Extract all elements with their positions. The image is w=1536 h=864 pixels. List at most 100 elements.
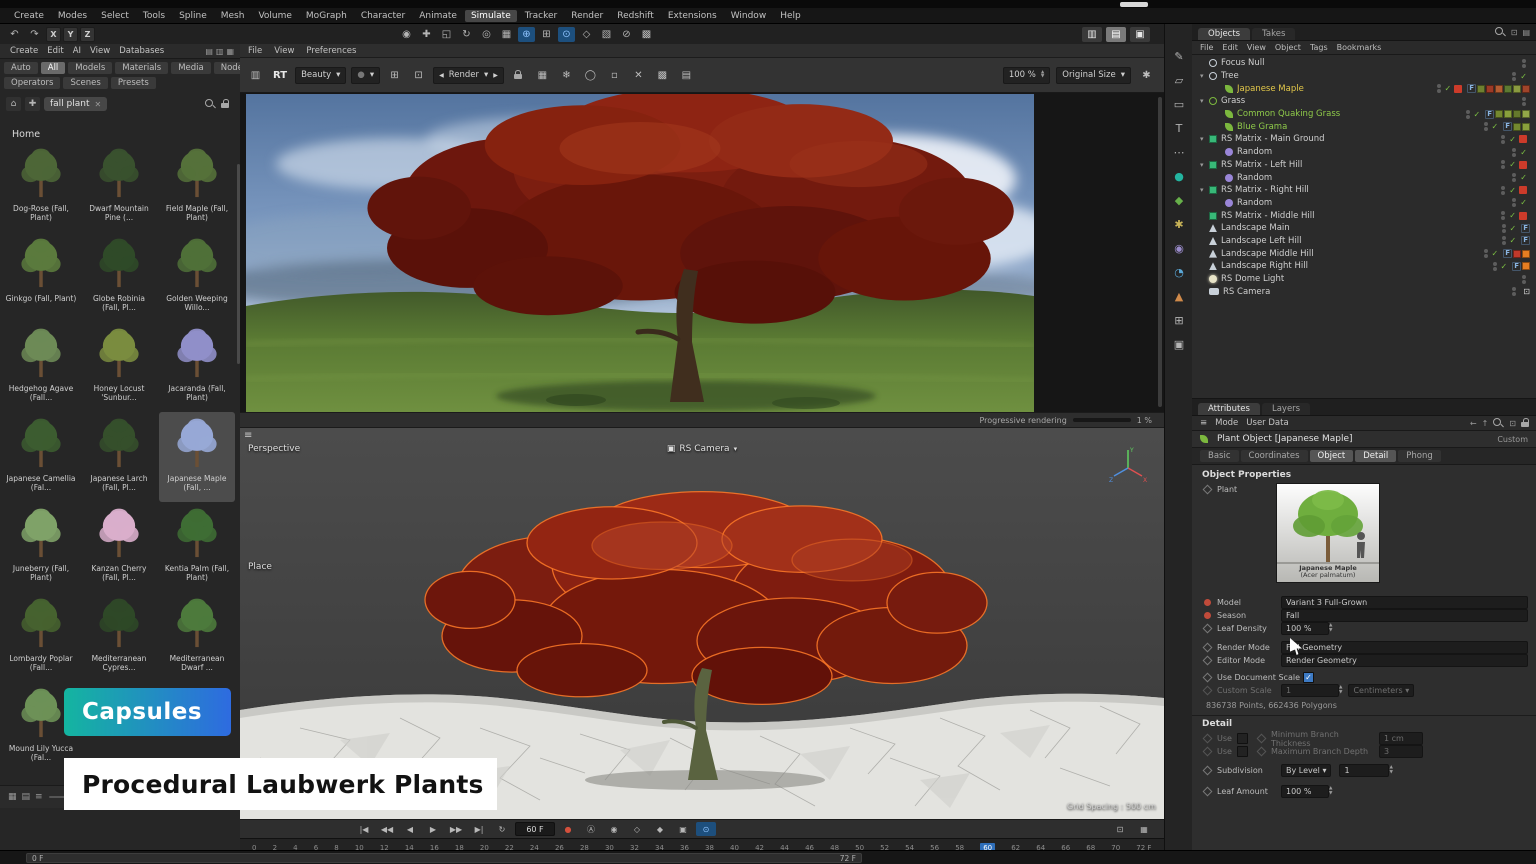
asset-item[interactable]: Mediterranean Dwarf ... <box>159 592 235 682</box>
visibility-dots[interactable] <box>1493 262 1497 271</box>
create[interactable]: Create <box>8 10 50 22</box>
help[interactable]: Help <box>774 10 807 22</box>
field-tag-icon[interactable]: F <box>1485 110 1494 119</box>
attributes[interactable]: Attributes <box>1198 403 1260 415</box>
extensions[interactable]: Extensions <box>662 10 723 22</box>
model-dropdown[interactable]: Variant 3 Full-Grown <box>1281 596 1528 609</box>
sketch-tool-icon[interactable]: ✎ <box>1169 48 1189 65</box>
more-tools-icon[interactable]: ⋯ <box>1169 144 1189 161</box>
leaf-amount-field[interactable]: 100 % <box>1281 785 1329 798</box>
plant-preview-thumbnail[interactable]: Japanese Maple (Acer palmatum) <box>1276 483 1380 583</box>
object-tree-row[interactable]: ▾ Grass <box>1192 95 1536 108</box>
previous-key-button[interactable]: ◀◀ <box>377 822 397 836</box>
asset-item[interactable]: Juneberry (Fall, Plant) <box>3 502 79 592</box>
generator-icon[interactable]: ✱ <box>1169 216 1189 233</box>
asset-item[interactable]: Golden Weeping Willo... <box>159 232 235 322</box>
object-tree-row[interactable]: Random ✓ <box>1192 171 1536 184</box>
materials[interactable]: Materials <box>115 62 168 74</box>
crop-icon[interactable]: ⊡ <box>409 67 428 84</box>
visibility-dots[interactable] <box>1501 186 1505 195</box>
object-menu-item[interactable]: Object <box>1275 43 1301 52</box>
interactive-render-region-icon[interactable]: ⊘ <box>618 27 635 42</box>
custom-dropdown[interactable]: Custom <box>1497 435 1528 444</box>
lock-icon[interactable] <box>1521 418 1530 428</box>
mograph[interactable]: MoGraph <box>300 10 353 22</box>
field-tag-icon[interactable]: F <box>1467 84 1476 93</box>
rt-toggle[interactable]: RT <box>270 70 290 81</box>
axis-lock-button[interactable]: Z <box>80 27 95 42</box>
enabled-check-icon[interactable]: ✓ <box>1509 211 1516 220</box>
display-mode-icon[interactable]: ▣ <box>1169 336 1189 353</box>
objects[interactable]: Objects <box>1198 28 1250 40</box>
object-tree-row[interactable]: RS Dome Light <box>1192 273 1536 286</box>
texture-tag-icon[interactable] <box>1495 85 1503 93</box>
object-tree-row[interactable]: Landscape Right Hill ✓ F <box>1192 260 1536 273</box>
keyframe-selection-button[interactable]: ◉ <box>604 822 624 836</box>
search-chip[interactable]: fall plant ✕ <box>44 97 107 111</box>
edit-render-settings-button[interactable]: ▣ <box>1130 27 1150 42</box>
up-icon[interactable]: ↑ <box>1482 419 1489 428</box>
visibility-dots[interactable] <box>1512 287 1516 296</box>
asset-item[interactable]: Japanese Maple (Fall, ... <box>159 412 235 502</box>
lock-icon[interactable] <box>221 99 230 109</box>
undo-icon[interactable]: ↶ <box>6 27 23 42</box>
visibility-dots[interactable] <box>1512 72 1516 81</box>
rotation-key-button[interactable]: ◆ <box>650 822 670 836</box>
auto[interactable]: Auto <box>4 62 38 74</box>
modes[interactable]: Modes <box>52 10 93 22</box>
enabled-check-icon[interactable]: ✓ <box>1509 135 1516 144</box>
object[interactable]: Object <box>1310 450 1354 462</box>
tools[interactable]: Tools <box>137 10 171 22</box>
layers[interactable]: Layers <box>1262 403 1310 415</box>
record-button[interactable]: ● <box>558 822 578 836</box>
capsule-icon[interactable]: ● <box>1169 168 1189 185</box>
all[interactable]: All <box>41 62 66 74</box>
home-icon[interactable]: ⌂ <box>6 97 21 111</box>
autokey-button[interactable]: Ⓐ <box>581 822 601 836</box>
asset-item[interactable]: Lombardy Poplar (Fall... <box>3 592 79 682</box>
texture-tag-icon[interactable] <box>1486 85 1494 93</box>
object-tree-row[interactable]: Landscape Left Hill ✓ F <box>1192 235 1536 248</box>
previous-frame-button[interactable]: ◀ <box>400 822 420 836</box>
asset-menu-item[interactable]: Edit <box>47 46 63 56</box>
asset-item[interactable]: Dwarf Mountain Pine (... <box>81 142 157 232</box>
aov-list-icon[interactable]: ▤ <box>677 67 696 84</box>
object-tree-row[interactable]: ▾ Tree ✓ <box>1192 70 1536 83</box>
grid-snap-icon[interactable]: ⊞ <box>538 27 555 42</box>
field-tag-icon[interactable]: F <box>1512 262 1521 271</box>
display-tag-icon[interactable]: ⊡ <box>1523 287 1530 296</box>
zoom-field[interactable]: 100 % ▲▼ <box>1003 67 1050 84</box>
visibility-dots[interactable] <box>1522 97 1526 106</box>
detail[interactable]: Detail <box>1355 450 1396 462</box>
region-icon[interactable]: ▫ <box>605 67 624 84</box>
timeline-options-button[interactable]: ▦ <box>1134 822 1154 836</box>
render-view-menu-item[interactable]: View <box>274 46 294 56</box>
max-branch-field[interactable]: 3 <box>1379 745 1423 758</box>
simulation-scene-icon[interactable]: ⊕ <box>518 27 535 42</box>
asset-menu-item[interactable]: View <box>90 46 110 56</box>
preview-range-slider[interactable]: 0 F 72 F <box>26 853 862 863</box>
mesh[interactable]: Mesh <box>215 10 251 22</box>
enabled-check-icon[interactable]: ✓ <box>1520 198 1527 207</box>
timeline-window-button[interactable]: ⊡ <box>1110 822 1130 836</box>
object-tree-row[interactable]: Japanese Maple ✓ F <box>1192 82 1536 95</box>
field-tag-icon[interactable]: F <box>1503 122 1512 131</box>
object-menu-item[interactable]: View <box>1247 43 1266 52</box>
current-frame-field[interactable]: 60 F <box>515 822 555 836</box>
visibility-dots[interactable] <box>1466 110 1470 119</box>
window[interactable]: Window <box>725 10 773 22</box>
asset-menu-item[interactable]: Create <box>10 46 38 56</box>
min-branch-use-checkbox[interactable] <box>1237 733 1248 744</box>
takes[interactable]: Takes <box>1252 28 1295 40</box>
render-view-menu-item[interactable]: File <box>248 46 262 56</box>
enabled-check-icon[interactable]: ✓ <box>1492 249 1499 258</box>
lock-icon[interactable] <box>509 67 528 84</box>
texture-tag-icon[interactable] <box>1504 85 1512 93</box>
subdivision-field[interactable]: 1 <box>1339 764 1389 777</box>
snap-key-button[interactable]: ⊙ <box>696 822 716 836</box>
keyframe-dot[interactable] <box>1204 599 1211 606</box>
asset-menu-item[interactable]: AI <box>73 46 81 56</box>
last-tool-icon[interactable]: ◎ <box>478 27 495 42</box>
card-view-icon[interactable]: ▥ <box>216 47 224 56</box>
visibility-dots[interactable] <box>1501 135 1505 144</box>
